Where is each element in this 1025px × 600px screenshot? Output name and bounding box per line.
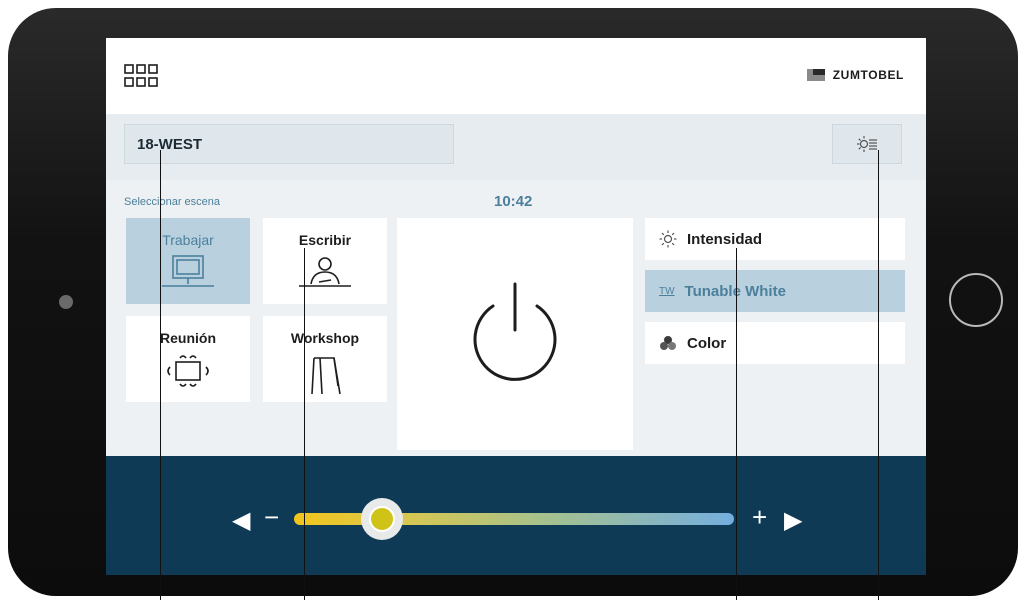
option-label-intensidad: Intensidad: [687, 230, 763, 248]
increase-button[interactable]: +: [752, 502, 767, 533]
scene-section-label: Seleccionar escena: [124, 196, 221, 208]
light-settings-icon: [857, 136, 877, 152]
scene-label-trabajar: Trabajar: [162, 232, 214, 248]
power-icon: [473, 282, 557, 381]
meeting-table-icon: [167, 355, 209, 387]
scene-label-reunion: Reunión: [160, 330, 216, 346]
guide-line: [160, 150, 161, 600]
guide-line: [878, 150, 879, 600]
clock: 10:42: [494, 193, 533, 210]
room-bar: 18-WEST: [106, 114, 926, 180]
tw-icon: TW: [659, 285, 675, 297]
brand-name: ZUMTOBEL: [832, 68, 904, 82]
app-screen: ZUMTOBEL 18-WEST Seleccionar escena 10:4…: [106, 38, 926, 575]
scene-label-escribir: Escribir: [298, 232, 352, 248]
brand-mark-icon: [806, 69, 825, 81]
top-bar: ZUMTOBEL: [106, 38, 926, 114]
decrease-button[interactable]: −: [264, 502, 279, 533]
monitor-icon: [162, 255, 214, 287]
guide-line: [736, 248, 737, 600]
room-settings-button[interactable]: [832, 124, 902, 164]
arrow-left-icon[interactable]: ◀: [232, 506, 250, 535]
option-color[interactable]: Color: [645, 322, 905, 364]
option-label-color: Color: [687, 334, 727, 352]
home-button[interactable]: [949, 273, 1003, 327]
room-name: 18-WEST: [137, 135, 203, 153]
slider-handle[interactable]: [361, 498, 403, 540]
scene-tile-escribir[interactable]: Escribir: [263, 218, 387, 304]
scene-tile-trabajar[interactable]: Trabajar: [126, 218, 250, 304]
option-intensidad[interactable]: Intensidad: [645, 218, 905, 260]
scene-label-workshop: Workshop: [290, 330, 360, 346]
scene-tile-reunion[interactable]: Reunión: [126, 316, 250, 402]
tunable-white-slider-track[interactable]: [294, 513, 734, 525]
camera-dot: [59, 295, 73, 309]
power-panel: [397, 218, 633, 450]
app-grid-icon[interactable]: [124, 64, 158, 88]
power-button[interactable]: [463, 278, 567, 390]
color-dots-icon: [660, 336, 676, 350]
slider-bar: ◀ − + ▶: [106, 456, 926, 575]
sun-icon: [659, 230, 677, 248]
option-tunable-white[interactable]: TW Tunable White: [645, 270, 905, 312]
slider-handle-center: [369, 506, 395, 532]
flipchart-icon: [311, 357, 341, 395]
room-selector[interactable]: 18-WEST: [124, 124, 454, 164]
arrow-right-icon[interactable]: ▶: [784, 506, 802, 535]
brand-logo: ZUMTOBEL: [806, 68, 904, 82]
scene-tile-workshop[interactable]: Workshop: [263, 316, 387, 402]
guide-line: [304, 248, 305, 600]
